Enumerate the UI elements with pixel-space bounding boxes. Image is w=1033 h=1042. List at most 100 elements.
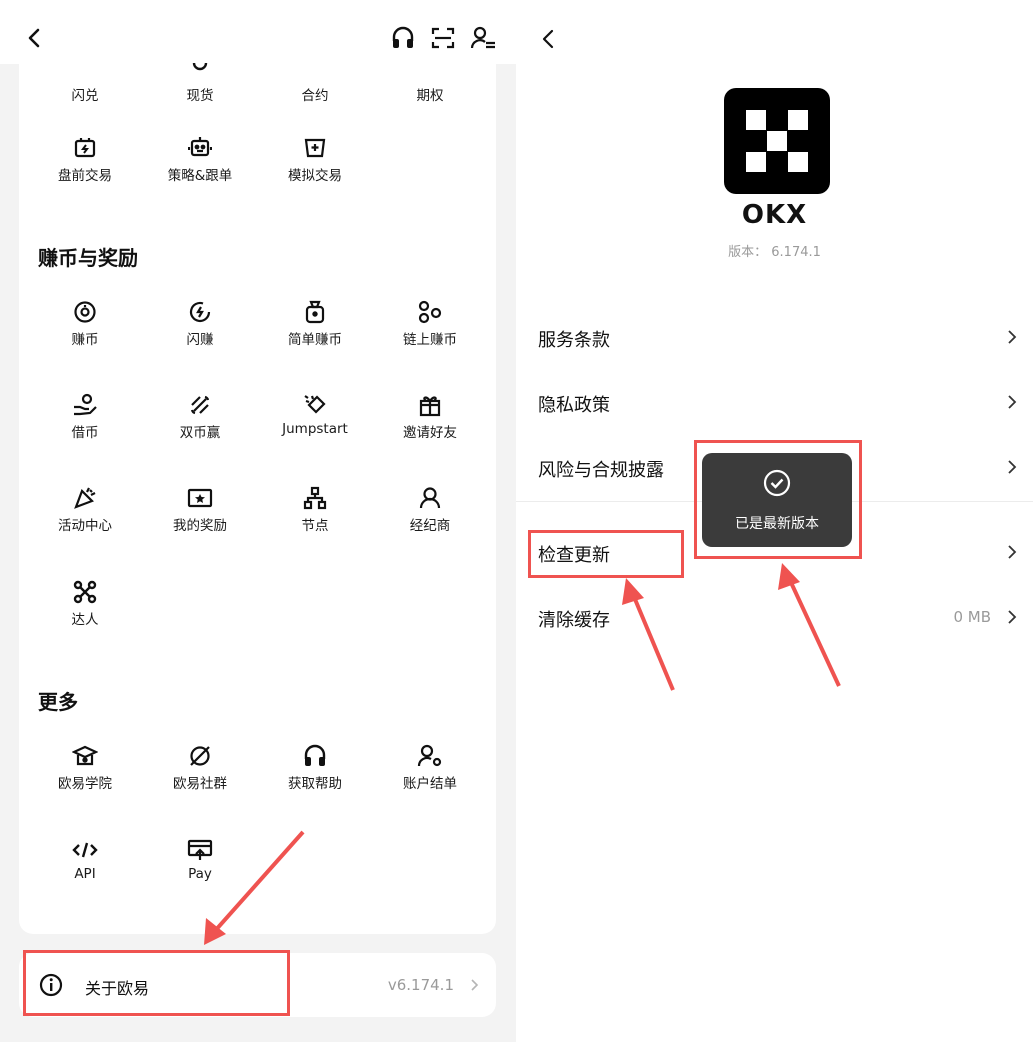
options-icon — [416, 54, 444, 82]
feature-jumpstart[interactable]: Jumpstart — [258, 391, 372, 471]
right-panel: OKX 版本： 6.174.1 服务条款 隐私政策 风险与合规披露 检查更新 清… — [516, 0, 1033, 1042]
feature-label: 达人 — [71, 612, 99, 628]
chevron-left-icon — [542, 29, 554, 49]
feature-nodes[interactable]: 节点 — [258, 484, 372, 564]
feature-futures[interactable]: 合约 — [258, 54, 372, 134]
info-icon — [39, 973, 63, 997]
earn-row-4: 达人 — [19, 578, 496, 658]
feature-community[interactable]: 欧易社群 — [143, 742, 257, 822]
feature-label: 经纪商 — [409, 518, 451, 534]
feature-api[interactable]: API — [28, 836, 142, 916]
feature-premarket[interactable]: 盘前交易 — [28, 134, 142, 214]
influencer-icon — [71, 578, 99, 606]
futures-icon — [301, 54, 329, 82]
statement-icon — [416, 742, 444, 770]
feature-label: Pay — [188, 866, 212, 882]
swap-icon — [71, 54, 99, 82]
back-button[interactable] — [20, 24, 48, 52]
chevron-right-icon — [1008, 545, 1017, 559]
feature-options[interactable]: 期权 — [373, 54, 487, 134]
menu-terms[interactable]: 服务条款 — [516, 306, 1033, 370]
broker-icon — [416, 484, 444, 512]
menu-label: 检查更新 — [538, 545, 610, 566]
feature-loan[interactable]: 借币 — [28, 391, 142, 471]
feature-pay[interactable]: Pay — [143, 836, 257, 916]
feature-flash-earn[interactable]: 闪赚 — [143, 298, 257, 378]
left-panel: 闪兑 现货 合约 期权 盘前交易 策略&跟单 模拟交易 赚币与奖励 赚币 闪赚 … — [0, 0, 516, 1042]
earn-row-1: 赚币 闪赚 简单赚币 链上赚币 — [19, 298, 496, 378]
feature-swap[interactable]: 闪兑 — [28, 54, 142, 134]
chevron-right-icon — [1008, 330, 1017, 344]
moneybag-icon — [301, 298, 329, 326]
feature-label: 模拟交易 — [288, 168, 342, 184]
menu-clear-cache[interactable]: 清除缓存 0 MB — [516, 586, 1033, 650]
feature-influencer[interactable]: 达人 — [28, 578, 142, 658]
pay-icon — [186, 836, 214, 864]
feature-invite[interactable]: 邀请好友 — [373, 391, 487, 471]
earn-section-title: 赚币与奖励 — [38, 246, 138, 270]
about-version: v6.174.1 — [387, 976, 454, 994]
feature-simple-earn[interactable]: 简单赚币 — [258, 298, 372, 378]
okx-logo — [724, 88, 830, 194]
about-okx-row[interactable]: 关于欧易 v6.174.1 — [19, 953, 496, 1017]
dual-coin-icon — [186, 391, 214, 419]
app-version: 版本： 6.174.1 — [728, 245, 821, 260]
chevron-right-icon — [1008, 460, 1017, 474]
brand-name: OKX — [741, 200, 808, 230]
more-section-title: 更多 — [38, 690, 78, 714]
menu-label: 风险与合规披露 — [538, 460, 664, 481]
top-actions — [390, 24, 496, 52]
spot-icon — [186, 54, 214, 82]
onchain-icon — [416, 298, 444, 326]
chevron-right-icon — [471, 979, 479, 991]
trade-row-2: 盘前交易 策略&跟单 模拟交易 — [19, 134, 496, 214]
bot-icon — [186, 134, 214, 162]
more-row-2: API Pay — [19, 836, 496, 916]
feature-broker[interactable]: 经纪商 — [373, 484, 487, 564]
feature-events[interactable]: 活动中心 — [28, 484, 142, 564]
feature-earn[interactable]: 赚币 — [28, 298, 142, 378]
headset-icon[interactable] — [390, 24, 416, 52]
code-icon — [71, 836, 99, 864]
feature-rewards[interactable]: 我的奖励 — [143, 484, 257, 564]
demo-icon — [301, 134, 329, 162]
earn-row-3: 活动中心 我的奖励 节点 经纪商 — [19, 484, 496, 564]
features-card: 闪兑 现货 合约 期权 盘前交易 策略&跟单 模拟交易 赚币与奖励 赚币 闪赚 … — [19, 63, 496, 934]
feature-statement[interactable]: 账户结单 — [373, 742, 487, 822]
about-label: 关于欧易 — [85, 979, 150, 998]
community-icon — [186, 742, 214, 770]
flash-earn-icon — [186, 298, 214, 326]
back-button-right[interactable] — [534, 25, 562, 53]
feature-demo[interactable]: 模拟交易 — [258, 134, 372, 214]
node-icon — [301, 484, 329, 512]
cache-size: 0 MB — [953, 608, 991, 626]
feature-label: 账户结单 — [403, 776, 457, 792]
loan-icon — [71, 391, 99, 419]
party-icon — [71, 484, 99, 512]
jumpstart-icon — [301, 391, 329, 419]
feature-spot[interactable]: 现货 — [143, 54, 257, 134]
menu-label: 隐私政策 — [538, 395, 610, 416]
feature-dual-coin[interactable]: 双币赢 — [143, 391, 257, 471]
check-circle-icon — [763, 469, 791, 497]
scan-icon[interactable] — [430, 24, 456, 52]
more-row-1: 欧易学院 欧易社群 获取帮助 账户结单 — [19, 742, 496, 822]
chevron-right-icon — [1008, 610, 1017, 624]
menu-privacy[interactable]: 隐私政策 — [516, 371, 1033, 435]
feature-onchain-earn[interactable]: 链上赚币 — [373, 298, 487, 378]
feature-label: 邀请好友 — [403, 425, 457, 441]
earn-row-2: 借币 双币赢 Jumpstart 邀请好友 — [19, 391, 496, 471]
ticket-icon — [186, 484, 214, 512]
feature-academy[interactable]: 欧易学院 — [28, 742, 142, 822]
toast-message: 已是最新版本 — [735, 516, 819, 532]
switch-account-icon[interactable] — [470, 24, 496, 52]
toast-latest-version: 已是最新版本 — [702, 453, 852, 547]
feature-bots[interactable]: 策略&跟单 — [143, 134, 257, 214]
feature-help[interactable]: 获取帮助 — [258, 742, 372, 822]
academy-icon — [71, 742, 99, 770]
menu-label: 清除缓存 — [538, 610, 610, 631]
feature-label: 期权 — [416, 88, 444, 104]
coin-icon — [71, 298, 99, 326]
premarket-icon — [71, 134, 99, 162]
menu-label: 服务条款 — [538, 330, 610, 351]
